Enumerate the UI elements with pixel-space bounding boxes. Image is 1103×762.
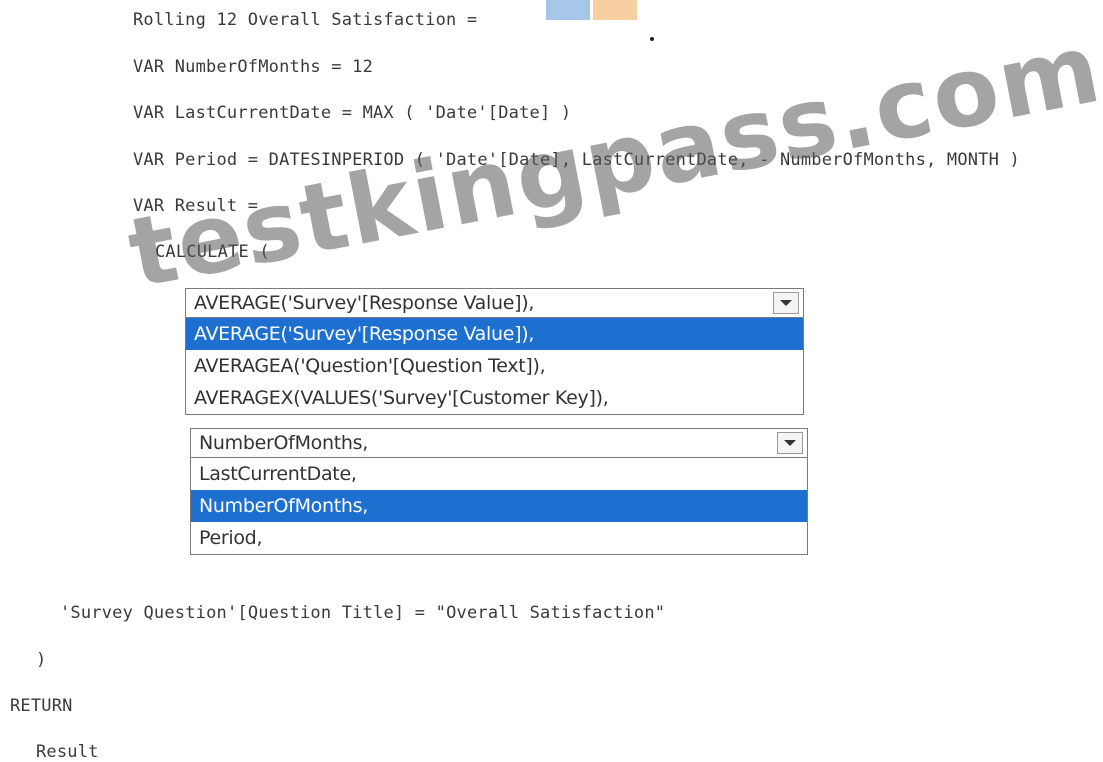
orange-tile-graphic bbox=[593, 0, 637, 20]
expression-option[interactable]: AVERAGE('Survey'[Response Value]), bbox=[186, 318, 803, 350]
expression-option[interactable]: AVERAGEA('Question'[Question Text]), bbox=[186, 350, 803, 382]
blue-tile-graphic bbox=[546, 0, 590, 20]
dot-mark bbox=[650, 37, 654, 41]
code-line-result: Result bbox=[36, 742, 99, 762]
expression-dropdown-toggle[interactable] bbox=[773, 292, 799, 314]
chevron-down-icon bbox=[784, 440, 796, 446]
code-line-measure-name: Rolling 12 Overall Satisfaction = bbox=[133, 10, 478, 30]
filter-option[interactable]: Period, bbox=[191, 522, 807, 554]
code-line-var-months: VAR NumberOfMonths = 12 bbox=[133, 57, 374, 77]
filter-dropdown-value[interactable]: NumberOfMonths, bbox=[190, 428, 808, 458]
expression-dropdown-selected-text: AVERAGE('Survey'[Response Value]), bbox=[194, 292, 535, 314]
code-line-var-result: VAR Result = bbox=[133, 196, 259, 216]
code-line-var-lastdate: VAR LastCurrentDate = MAX ( 'Date'[Date]… bbox=[133, 103, 572, 123]
expression-option[interactable]: AVERAGEX(VALUES('Survey'[Customer Key]), bbox=[186, 382, 803, 414]
filter-dropdown-list: LastCurrentDate, NumberOfMonths, Period, bbox=[190, 458, 808, 555]
code-line-return: RETURN bbox=[10, 696, 73, 716]
code-line-var-period: VAR Period = DATESINPERIOD ( 'Date'[Date… bbox=[133, 150, 1020, 170]
code-line-calculate: CALCULATE ( bbox=[155, 242, 270, 262]
expression-dropdown[interactable]: AVERAGE('Survey'[Response Value]), AVERA… bbox=[185, 288, 804, 415]
code-line-close-paren: ) bbox=[36, 650, 47, 670]
expression-dropdown-list: AVERAGE('Survey'[Response Value]), AVERA… bbox=[185, 318, 804, 415]
filter-dropdown-selected-text: NumberOfMonths, bbox=[199, 432, 368, 454]
expression-dropdown-value[interactable]: AVERAGE('Survey'[Response Value]), bbox=[185, 288, 804, 318]
filter-option[interactable]: NumberOfMonths, bbox=[191, 490, 807, 522]
code-line-filter-condition: 'Survey Question'[Question Title] = "Ove… bbox=[60, 603, 666, 623]
filter-option[interactable]: LastCurrentDate, bbox=[191, 458, 807, 490]
filter-dropdown[interactable]: NumberOfMonths, LastCurrentDate, NumberO… bbox=[190, 428, 808, 555]
chevron-down-icon bbox=[780, 300, 792, 306]
filter-dropdown-toggle[interactable] bbox=[777, 432, 803, 454]
